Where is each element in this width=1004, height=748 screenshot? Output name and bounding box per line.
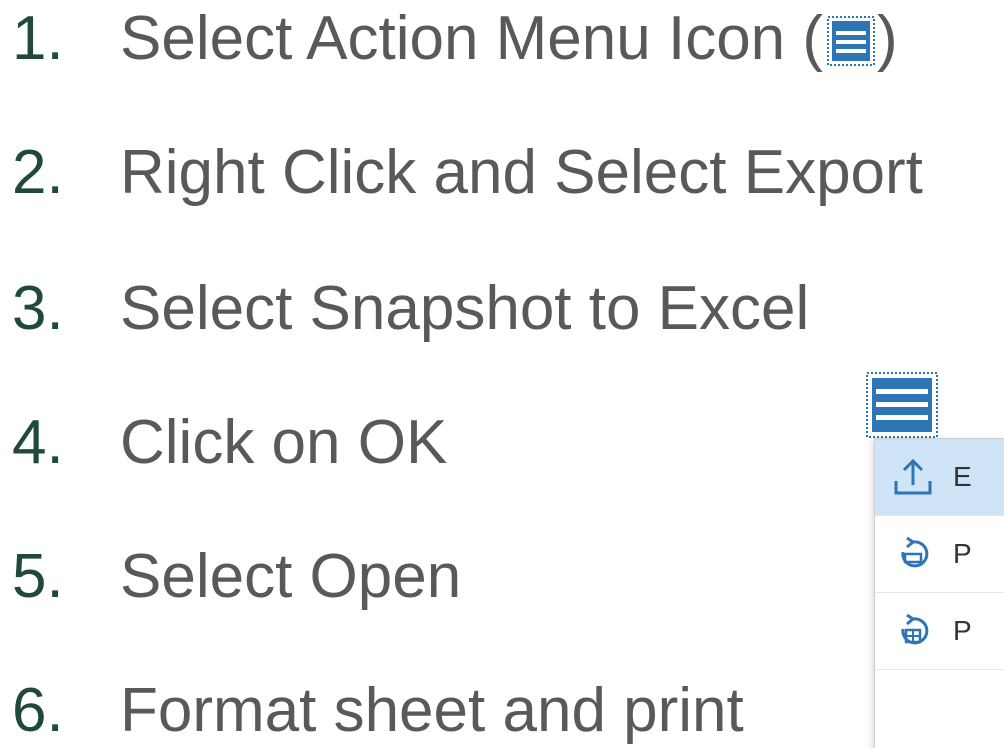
menu-item-export[interactable]: E — [875, 439, 1004, 516]
step-6: 6. Format sheet and print — [12, 666, 744, 748]
step-text: Select Action Menu Icon ( ) — [120, 8, 898, 70]
step-text-after-icon: ) — [877, 4, 898, 73]
menu-item-label: P — [953, 538, 972, 569]
step-2: 2. Right Click and Select Export — [12, 128, 923, 218]
action-menu-button[interactable] — [866, 372, 942, 438]
step-number: 6. — [12, 676, 64, 745]
menu-item-label: P — [953, 615, 972, 646]
step-text: Click on OK — [120, 408, 448, 477]
step-text: Format sheet and print — [120, 676, 744, 745]
step-number: 5. — [12, 542, 64, 611]
print-rotate-icon — [889, 530, 937, 578]
step-text: Select Open — [120, 542, 462, 611]
step-text: Right Click and Select Export — [120, 138, 923, 207]
step-4: 4. Click on OK — [12, 398, 447, 488]
action-menu-icon — [827, 16, 876, 66]
menu-item-print[interactable]: P — [875, 516, 1004, 593]
export-upload-icon — [889, 453, 937, 501]
context-menu: E P P — [874, 438, 1004, 748]
menu-item-print-grid[interactable]: P — [875, 593, 1004, 670]
menu-item-label: E — [953, 461, 972, 492]
step-number: 1. — [12, 4, 64, 73]
action-menu-screenshot: E P P — [866, 372, 1004, 748]
step-5: 5. Select Open — [12, 532, 461, 622]
step-number: 2. — [12, 138, 64, 207]
step-1: 1. Select Action Menu Icon ( ) — [12, 0, 898, 84]
step-text-before-icon: Select Action Menu Icon ( — [120, 4, 824, 73]
print-grid-icon — [889, 607, 937, 655]
hamburger-menu-icon — [866, 372, 938, 438]
step-3: 3. Select Snapshot to Excel — [12, 264, 809, 354]
step-text: Select Snapshot to Excel — [120, 274, 810, 343]
step-number: 3. — [12, 274, 64, 343]
step-number: 4. — [12, 408, 64, 477]
